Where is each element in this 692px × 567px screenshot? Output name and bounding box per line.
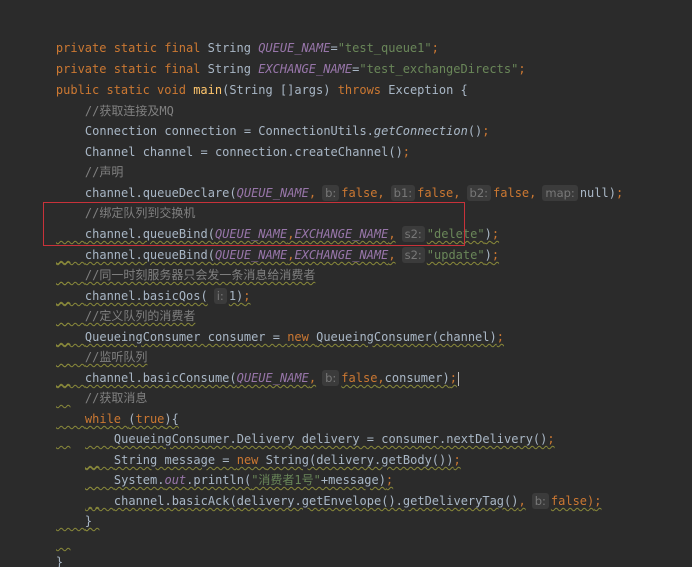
code-token: ;	[243, 289, 251, 303]
code-token: ;	[615, 186, 624, 200]
code-token: false	[493, 186, 530, 200]
code-line[interactable]: channel.basicConsume(QUEUE_NAME, b: false,…	[56, 348, 459, 386]
code-token: new	[287, 330, 317, 344]
code-line[interactable]: //获取连接及MQ	[56, 81, 174, 118]
code-token: ;	[518, 62, 526, 76]
code-line[interactable]: QueueingConsumer.Delivery delivery = con…	[85, 409, 555, 446]
code-line[interactable]: //定义队列的消费者	[56, 286, 195, 323]
code-token: channel.basicAck(delivery.getEnvelope().…	[113, 494, 519, 508]
code-line[interactable]: channel.queueBind(QUEUE_NAME,EXCHANGE_NA…	[56, 225, 499, 263]
code-token: ,	[308, 186, 317, 200]
code-token: Channel channel = connection.createChann…	[84, 145, 403, 159]
parameter-hint: b:	[322, 370, 340, 386]
code-line[interactable]: Connection connection = ConnectionUtils.…	[56, 101, 490, 138]
code-line[interactable]: String message = new String(delivery.get…	[85, 430, 461, 467]
code-token: ,	[308, 371, 317, 385]
code-token: ,	[529, 186, 537, 200]
code-line[interactable]: //绑定队列到交换机	[56, 183, 195, 220]
code-token: ,	[518, 494, 526, 508]
code-line[interactable]: channel.queueBind(QUEUE_NAME,EXCHANGE_NA…	[56, 204, 499, 242]
parameter-hint: i:	[213, 288, 227, 304]
code-token: throws	[337, 83, 389, 97]
code-line[interactable]: public static void main(String []args) t…	[27, 60, 468, 97]
code-token: QUEUE_NAME	[236, 186, 309, 200]
code-line[interactable]: Channel channel = connection.createChann…	[56, 122, 410, 159]
code-line[interactable]: //同一时刻服务器只会发一条消息给消费者	[56, 245, 315, 282]
code-token: Exception {	[388, 83, 468, 97]
code-line[interactable]: //监听队列	[56, 327, 147, 364]
code-token: ;	[449, 371, 457, 385]
code-token: false	[341, 186, 378, 200]
parameter-hint: b1:	[390, 185, 416, 201]
code-line[interactable]: channel.basicQos(i: 1);	[56, 266, 251, 304]
code-token: ,	[388, 248, 396, 262]
text-cursor	[457, 371, 459, 386]
code-token: consumer)	[384, 371, 450, 385]
code-line[interactable]: //获取消息	[56, 368, 147, 405]
code-token: ;	[491, 248, 500, 262]
code-token: }	[55, 555, 64, 567]
code-token: ;	[482, 124, 490, 138]
code-token: "update"	[426, 248, 485, 262]
code-token: ;	[594, 494, 602, 508]
code-token: main	[193, 83, 223, 97]
code-line[interactable]: QueueingConsumer consumer = new Queueing…	[56, 307, 504, 344]
code-editor[interactable]: private static final String QUEUE_NAME="…	[0, 0, 692, 567]
code-token: ;	[402, 145, 411, 159]
code-token: }	[84, 514, 93, 528]
code-token: ,	[377, 371, 385, 385]
code-token: ,	[453, 186, 461, 200]
code-token: QUEUE_NAME	[236, 371, 309, 385]
code-line[interactable]: private static final String EXCHANGE_NAM…	[27, 39, 526, 76]
code-token: ()	[467, 124, 483, 138]
code-token: false	[341, 371, 378, 385]
parameter-hint: s2:	[401, 247, 425, 263]
code-line[interactable]: }	[27, 532, 63, 567]
code-line[interactable]: }	[56, 491, 92, 528]
code-line[interactable]: //声明	[56, 142, 123, 179]
code-token: null)	[579, 186, 616, 200]
code-token: ,	[377, 186, 385, 200]
code-line[interactable]: channel.basicAck(delivery.getEnvelope().…	[85, 471, 602, 509]
parameter-hint: b:	[531, 493, 549, 509]
code-token: false	[417, 186, 454, 200]
code-token: )	[484, 248, 492, 262]
code-token: (String []args)	[222, 83, 338, 97]
parameter-hint: map:	[542, 185, 578, 201]
code-token: ;	[547, 432, 555, 446]
code-line[interactable]: while (true){	[56, 389, 179, 426]
code-line[interactable]: private static final String QUEUE_NAME="…	[27, 18, 439, 55]
code-token: ;	[496, 330, 504, 344]
code-token: ;	[453, 453, 461, 467]
code-line[interactable]: channel.queueDeclare(QUEUE_NAME, b: false,…	[56, 163, 623, 201]
code-token: false)	[550, 494, 595, 508]
parameter-hint: b:	[322, 185, 340, 201]
code-token: QueueingConsumer(channel)	[316, 330, 497, 344]
code-line[interactable]: System.out.println("消费者1号"+message);	[85, 450, 393, 487]
parameter-hint: b2:	[466, 185, 492, 201]
code-token: 1)	[228, 289, 244, 303]
